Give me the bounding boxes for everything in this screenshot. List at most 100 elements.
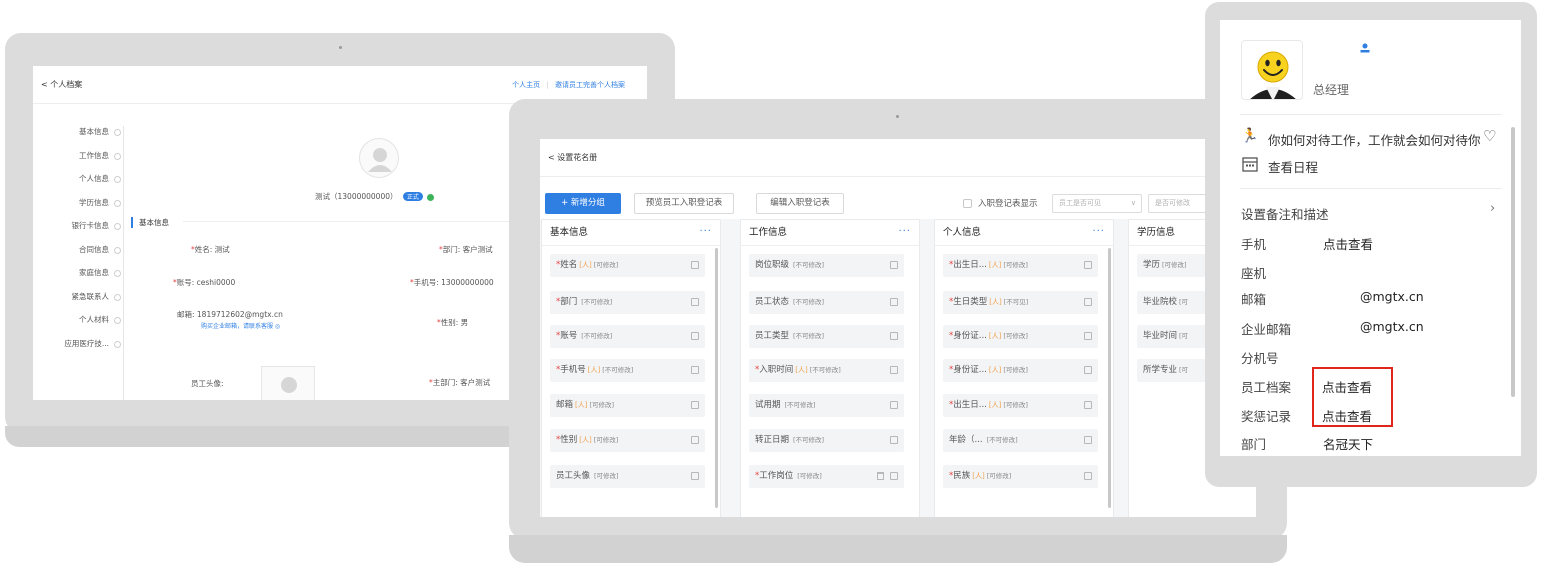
camera-dot bbox=[896, 115, 899, 118]
more-icon[interactable]: ··· bbox=[1092, 226, 1105, 237]
section-divider bbox=[183, 221, 523, 222]
field-item[interactable]: *生日类型 [人] [不可见] bbox=[943, 291, 1098, 314]
chevron-right-icon[interactable]: › bbox=[1490, 201, 1495, 216]
add-group-button[interactable]: + 新增分组 bbox=[545, 193, 621, 214]
field-item[interactable]: *民族 [人] [可修改] bbox=[943, 465, 1098, 488]
header: < 设置花名册 bbox=[540, 139, 1256, 177]
job-title: 总经理 bbox=[1313, 83, 1350, 97]
edit-icon[interactable] bbox=[1084, 261, 1092, 269]
invite-link[interactable]: 邀请员工完善个人档案 bbox=[555, 81, 625, 89]
edit-icon[interactable] bbox=[890, 401, 898, 409]
avatar[interactable] bbox=[1241, 40, 1303, 100]
field-item[interactable]: 岗位职级 [不可修改] bbox=[749, 254, 904, 277]
back-link[interactable]: < 个人档案 bbox=[41, 79, 82, 90]
edit-icon[interactable] bbox=[691, 332, 699, 340]
visible-select[interactable]: 员工是否可见 ∨ bbox=[1052, 194, 1142, 213]
edit-icon[interactable] bbox=[1084, 298, 1092, 306]
edit-icon[interactable] bbox=[1084, 436, 1092, 444]
nav-item[interactable]: 个人材料 bbox=[33, 314, 121, 338]
sidebar-nav: 基本信息 工作信息 个人信息 学历信息 银行卡信息 合同信息 家庭信息 紧急联系… bbox=[33, 126, 121, 361]
field-item[interactable]: *入职时间 [人] [不可修改] bbox=[749, 359, 904, 382]
nav-item[interactable]: 家庭信息 bbox=[33, 267, 121, 291]
employee-photo[interactable] bbox=[261, 366, 315, 400]
field-item[interactable]: *姓名 [人] [可修改] bbox=[550, 254, 705, 277]
entry-display-checkbox[interactable] bbox=[963, 199, 972, 208]
field-item[interactable]: 年龄（... [不可修改] bbox=[943, 429, 1098, 452]
edit-entry-button[interactable]: 编辑入职登记表 bbox=[756, 193, 844, 214]
nav-item[interactable]: 工作信息 bbox=[33, 150, 121, 174]
field-mobile: *手机号: 13000000000 bbox=[410, 278, 494, 287]
preview-entry-button[interactable]: 预览员工入职登记表 bbox=[634, 193, 734, 214]
edit-icon[interactable] bbox=[1084, 401, 1092, 409]
field-item[interactable]: *身份证... [人] [可修改] bbox=[943, 325, 1098, 348]
avatar[interactable] bbox=[359, 138, 399, 178]
edit-icon[interactable] bbox=[890, 332, 898, 340]
scrollbar[interactable] bbox=[1108, 248, 1111, 508]
nav-item[interactable]: 基本信息 bbox=[33, 126, 121, 150]
edit-icon[interactable] bbox=[890, 298, 898, 306]
edit-icon[interactable] bbox=[890, 366, 898, 374]
nav-item[interactable]: 应用医疗技... bbox=[33, 338, 121, 362]
edit-icon[interactable] bbox=[691, 366, 699, 374]
scrollbar[interactable] bbox=[1511, 127, 1515, 397]
field-item[interactable]: 员工状态 [不可修改] bbox=[749, 291, 904, 314]
nav-item[interactable]: 合同信息 bbox=[33, 244, 121, 268]
field-item[interactable]: 员工头像 [可修改] bbox=[550, 465, 705, 488]
trash-icon[interactable] bbox=[877, 472, 884, 480]
remarks-link[interactable]: 设置备注和描述 bbox=[1241, 204, 1329, 223]
nav-item[interactable]: 学历信息 bbox=[33, 197, 121, 221]
nav-line bbox=[123, 126, 124, 400]
edit-icon[interactable] bbox=[1084, 472, 1092, 480]
nav-item[interactable]: 银行卡信息 bbox=[33, 220, 121, 244]
schedule-link[interactable]: 查看日程 bbox=[1268, 157, 1318, 176]
scrollbar[interactable] bbox=[715, 248, 718, 508]
field-item[interactable]: *身份证... [人] [可修改] bbox=[943, 359, 1098, 382]
laptop-screen: < 设置花名册 + 新增分组 预览员工入职登记表 编辑入职登记表 入职登记表显示… bbox=[540, 139, 1256, 517]
wechat-icon[interactable] bbox=[427, 193, 435, 201]
section-title: 基本信息 bbox=[131, 217, 169, 228]
field-item[interactable]: 员工类型 [不可修改] bbox=[749, 325, 904, 348]
field-item[interactable]: *工作岗位 [可修改] bbox=[749, 465, 904, 488]
header-links: 个人主页 | 邀请员工完善个人档案 bbox=[512, 80, 625, 90]
row-label: 邮箱 bbox=[1241, 292, 1267, 307]
email-value: @mgtx.cn bbox=[1360, 289, 1424, 304]
edit-icon[interactable] bbox=[890, 472, 898, 480]
field-item[interactable]: *部门 [不可修改] bbox=[550, 291, 705, 314]
field-item[interactable]: 邮箱 [人] [可修改] bbox=[550, 394, 705, 417]
edit-icon[interactable] bbox=[691, 261, 699, 269]
edit-icon[interactable] bbox=[691, 298, 699, 306]
row-label: 座机 bbox=[1241, 266, 1267, 281]
nav-item[interactable]: 个人信息 bbox=[33, 173, 121, 197]
edit-icon[interactable] bbox=[1084, 366, 1092, 374]
heart-icon[interactable]: ♡ bbox=[1483, 127, 1496, 145]
smiley-avatar-icon bbox=[1250, 51, 1296, 99]
entry-display-label: 入职登记表显示 bbox=[978, 199, 1038, 209]
edit-icon[interactable] bbox=[691, 401, 699, 409]
edit-icon[interactable] bbox=[1084, 332, 1092, 340]
field-item[interactable]: 试用期 [不可修改] bbox=[749, 394, 904, 417]
field-item[interactable]: *账号 [不可修改] bbox=[550, 325, 705, 348]
edit-icon[interactable] bbox=[890, 436, 898, 444]
nav-item[interactable]: 紧急联系人 bbox=[33, 291, 121, 315]
motto: 你如何对待工作，工作就会如何对待你 bbox=[1268, 133, 1481, 148]
more-icon[interactable]: ··· bbox=[699, 226, 712, 237]
user-icon bbox=[281, 377, 297, 393]
field-item[interactable]: *出生日... [人] [可修改] bbox=[943, 254, 1098, 277]
field-item[interactable]: *出生日... [人] [可修改] bbox=[943, 394, 1098, 417]
edit-icon[interactable] bbox=[890, 261, 898, 269]
row-label: 部门 bbox=[1241, 437, 1267, 452]
field-item[interactable]: *性别 [人] [可修改] bbox=[550, 429, 705, 452]
user-icon bbox=[1359, 39, 1371, 58]
field-item[interactable]: *手机号 [人] [不可修改] bbox=[550, 359, 705, 382]
divider bbox=[1240, 188, 1502, 189]
back-link[interactable]: < 设置花名册 bbox=[548, 152, 597, 163]
home-link[interactable]: 个人主页 bbox=[512, 81, 540, 89]
field-name: *姓名: 测试 bbox=[191, 245, 230, 254]
mobile-view-link[interactable]: 点击查看 bbox=[1323, 234, 1373, 253]
edit-icon[interactable] bbox=[691, 472, 699, 480]
field-item[interactable]: 转正日期 [不可修改] bbox=[749, 429, 904, 452]
email-hint-link[interactable]: 购买企业邮箱，请联系客服 ◎ bbox=[201, 321, 280, 330]
field-main-dept: *主部门: 客户测试 bbox=[429, 378, 491, 387]
edit-icon[interactable] bbox=[691, 436, 699, 444]
more-icon[interactable]: ··· bbox=[898, 226, 911, 237]
